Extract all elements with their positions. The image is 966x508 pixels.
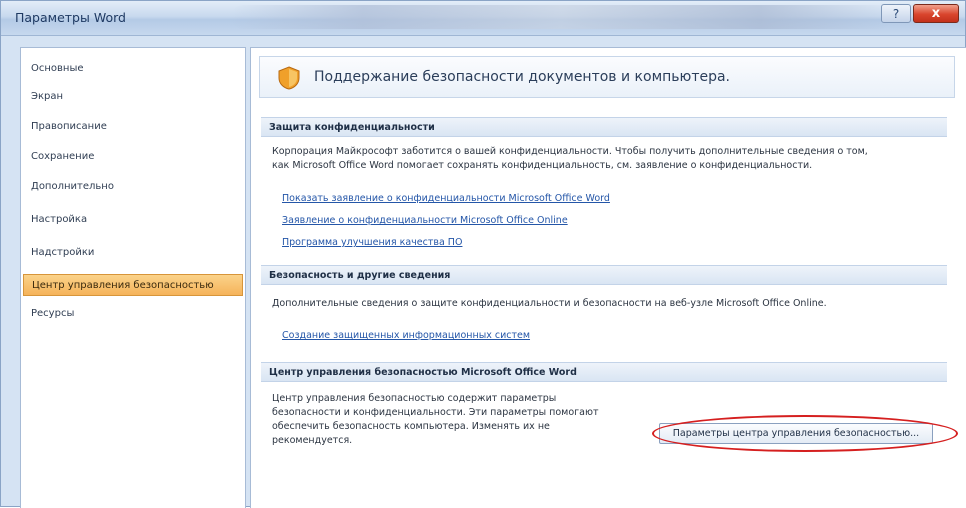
privacy-text-line-1: Корпорация Майкрософт заботится о вашей … [272, 146, 868, 157]
show-privacy-statement-link[interactable]: Показать заявление о конфиденциальности … [282, 193, 610, 204]
office-online-privacy-link[interactable]: Заявление о конфиденциальности Microsoft… [282, 215, 568, 226]
main-panel: Поддержание безопасности документов и ко… [250, 47, 966, 508]
sidebar-item-basic[interactable]: Основные [23, 58, 243, 80]
trust-center-text-line-2: безопасности и конфиденциальности. Эти п… [272, 407, 599, 418]
trust-center-text-line-3: обеспечить безопасность компьютера. Изме… [272, 421, 550, 432]
trust-center-text-line-4: рекомендуется. [272, 435, 353, 446]
title-bar: Параметры Word ? x [1, 1, 965, 36]
privacy-text-line-2: как Microsoft Office Word помогает сохра… [272, 160, 813, 171]
secure-systems-link[interactable]: Создание защищенных информационных систе… [282, 330, 530, 341]
title-bar-background [231, 5, 891, 29]
sidebar-item-trust-center[interactable]: Центр управления безопасностью [23, 274, 243, 296]
close-button[interactable]: x [913, 4, 959, 23]
help-icon: ? [892, 7, 900, 21]
sidebar-item-display[interactable]: Экран [23, 86, 243, 108]
privacy-section-heading: Защита конфиденциальности [261, 117, 947, 137]
sidebar-item-proofing[interactable]: Правописание [23, 116, 243, 138]
annotation-ellipse [652, 415, 958, 452]
trust-center-text-line-1: Центр управления безопасностью содержит … [272, 393, 557, 404]
sidebar-item-advanced[interactable]: Дополнительно [23, 176, 243, 198]
sidebar-item-resources[interactable]: Ресурсы [23, 303, 243, 325]
close-icon: x [931, 6, 941, 21]
page-title: Поддержание безопасности документов и ко… [314, 69, 731, 85]
sidebar-item-customize[interactable]: Настройка [23, 209, 243, 231]
shield-icon [278, 66, 300, 90]
sidebar: Основные Экран Правописание Сохранение Д… [20, 47, 246, 508]
trust-center-section-heading: Центр управления безопасностью Microsoft… [261, 362, 947, 382]
window-title: Параметры Word [15, 10, 126, 25]
sidebar-item-addins[interactable]: Надстройки [23, 242, 243, 264]
page-header: Поддержание безопасности документов и ко… [259, 56, 955, 98]
word-options-window: Параметры Word ? x Основные Экран Правоп… [0, 0, 966, 508]
help-button[interactable]: ? [881, 4, 911, 23]
ceip-link[interactable]: Программа улучшения качества ПО [282, 237, 462, 248]
security-section-heading: Безопасность и другие сведения [261, 265, 947, 285]
security-text: Дополнительные сведения о защите конфиде… [272, 298, 827, 309]
sidebar-item-save[interactable]: Сохранение [23, 146, 243, 168]
